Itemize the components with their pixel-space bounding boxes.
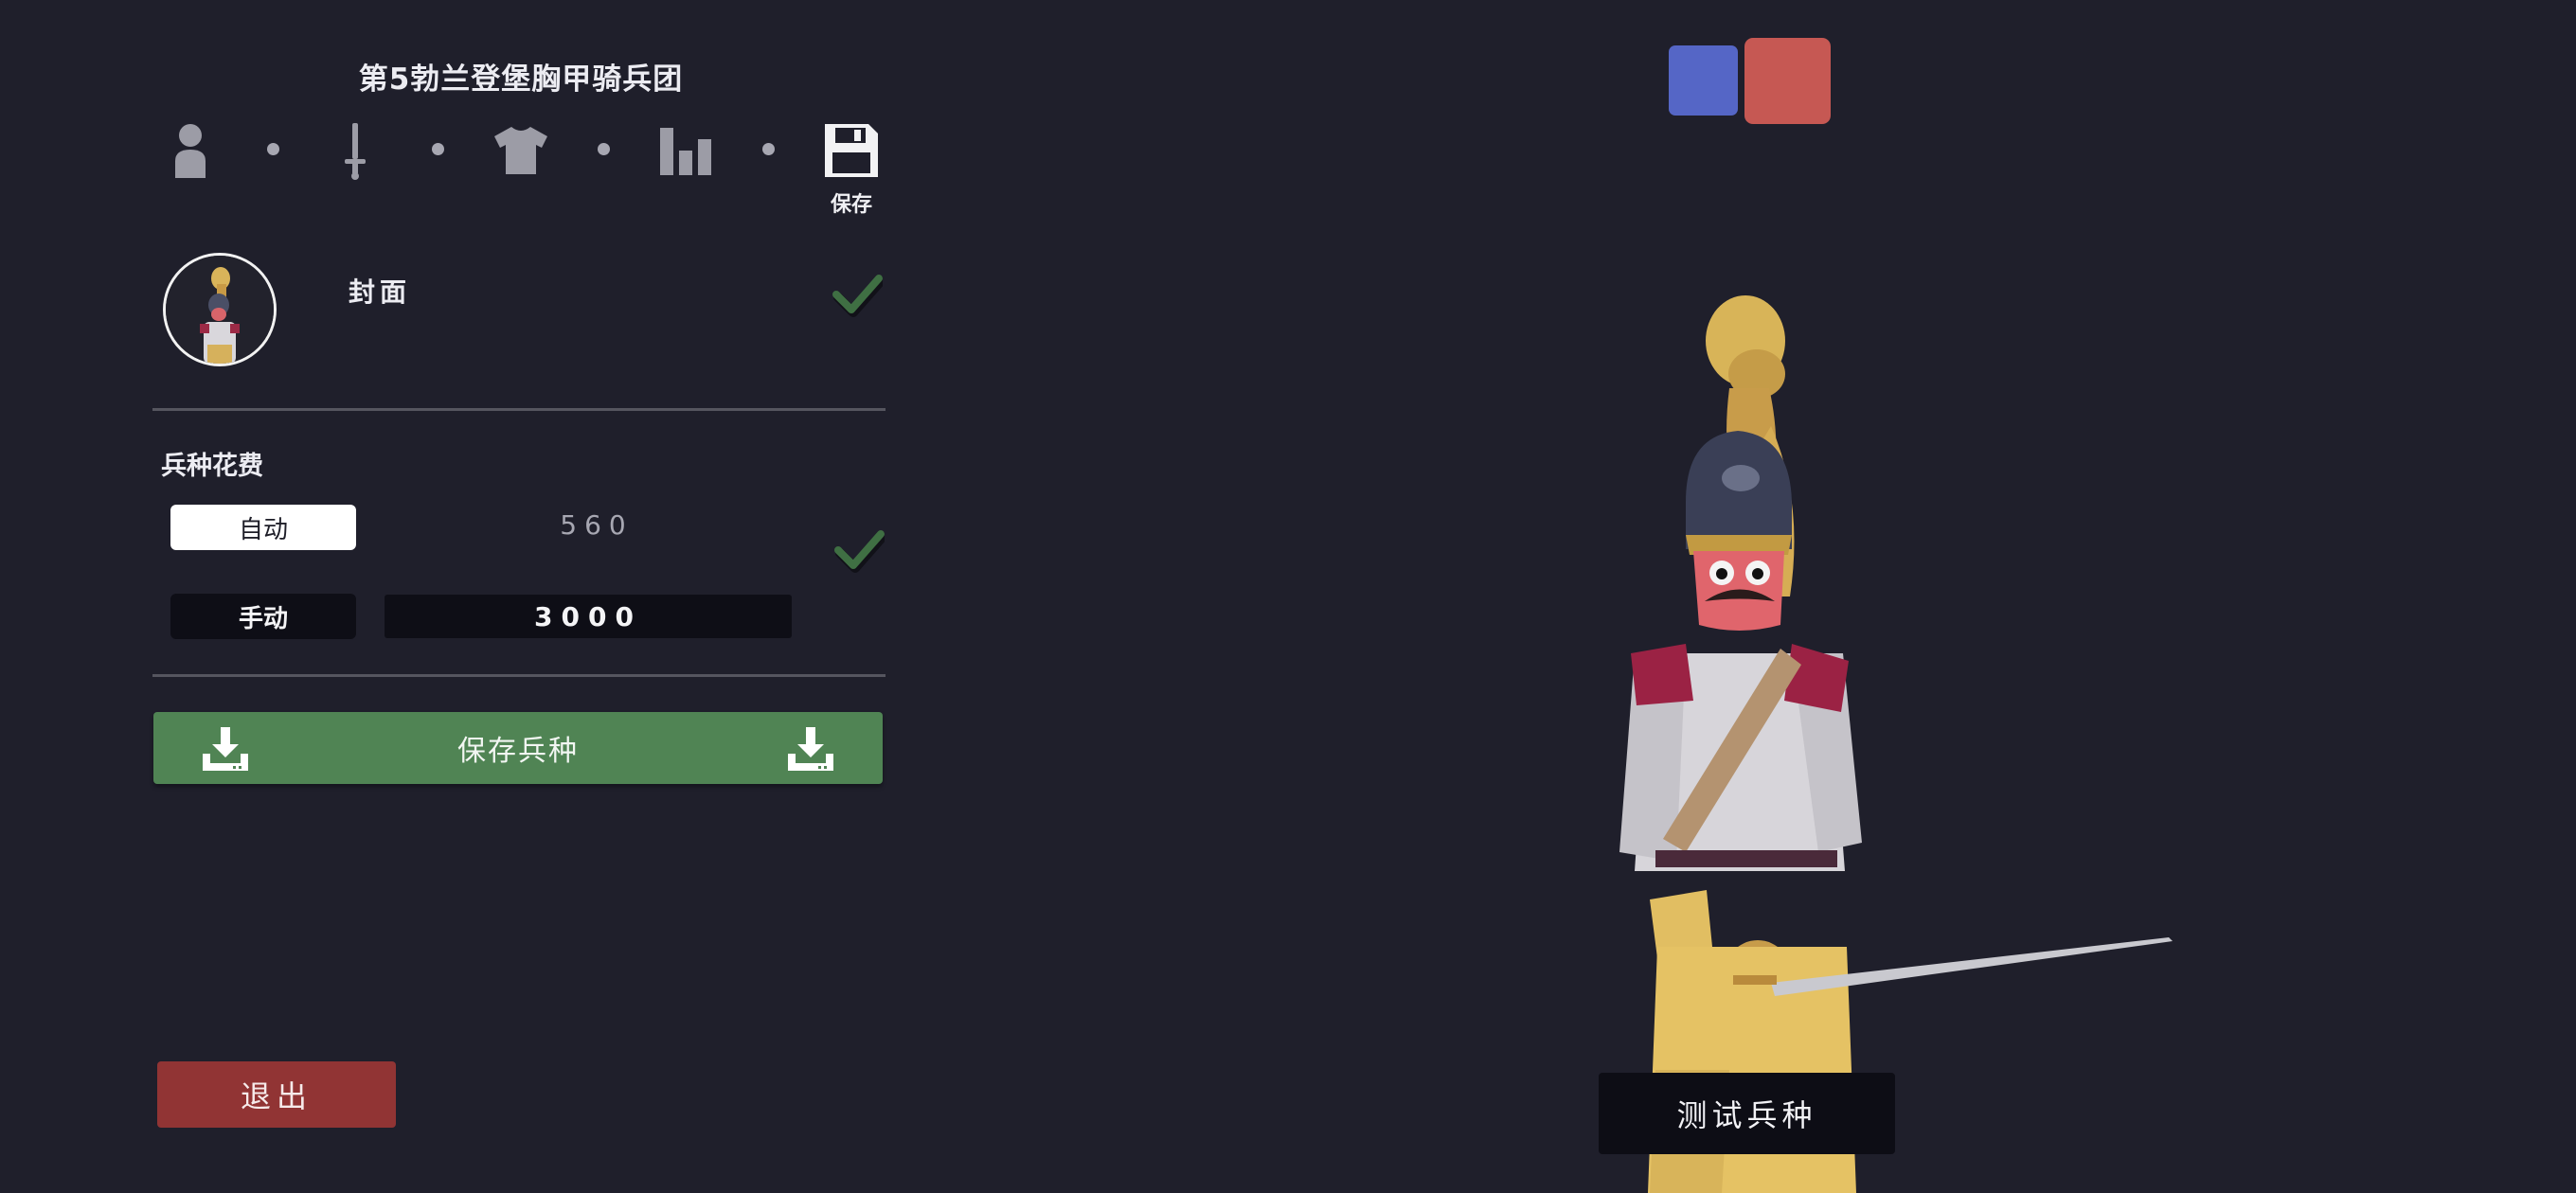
manual-cost-input[interactable] xyxy=(385,595,792,638)
step-weapon-button[interactable] xyxy=(324,119,386,182)
step-separator-dot xyxy=(598,143,610,155)
section-divider xyxy=(152,674,886,677)
save-step-label: 保存 xyxy=(830,193,872,217)
download-icon xyxy=(788,727,833,771)
save-unit-label: 保存兵种 xyxy=(457,735,579,768)
step-separator-dot xyxy=(267,143,279,155)
team-red-button[interactable] xyxy=(1744,38,1831,124)
unit-name-title: 第5勃兰登堡胸甲骑兵团 xyxy=(358,62,684,97)
step-stats-button[interactable] xyxy=(654,119,717,182)
unit-cost-heading: 兵种花费 xyxy=(161,452,263,481)
bar-chart-icon xyxy=(660,128,711,175)
step-appearance-button[interactable] xyxy=(159,119,222,182)
step-clothing-button[interactable] xyxy=(490,119,552,182)
cost-check-icon[interactable] xyxy=(833,526,885,574)
unit-portrait-icon xyxy=(166,256,274,364)
auto-cost-value: 560 xyxy=(560,509,634,541)
download-icon xyxy=(203,727,248,771)
cover-check-icon[interactable] xyxy=(832,271,883,318)
manual-cost-button[interactable]: 手动 xyxy=(170,594,356,639)
floppy-disk-icon xyxy=(825,124,878,177)
sword-icon xyxy=(345,123,366,180)
unit-preview-model[interactable] xyxy=(1544,284,2207,1193)
cover-avatar[interactable] xyxy=(163,253,277,366)
step-separator-dot xyxy=(432,143,444,155)
person-icon xyxy=(175,124,206,178)
section-divider xyxy=(152,408,886,411)
save-unit-button[interactable]: 保存兵种 xyxy=(153,712,883,784)
shirt-icon xyxy=(494,127,547,174)
step-separator-dot xyxy=(762,143,775,155)
step-save-button[interactable] xyxy=(820,119,883,182)
test-unit-button[interactable]: 测试兵种 xyxy=(1599,1073,1895,1154)
team-blue-button[interactable] xyxy=(1669,45,1738,116)
exit-button[interactable]: 退出 xyxy=(157,1061,396,1128)
cover-label: 封面 xyxy=(349,276,412,308)
auto-cost-button[interactable]: 自动 xyxy=(170,505,356,550)
